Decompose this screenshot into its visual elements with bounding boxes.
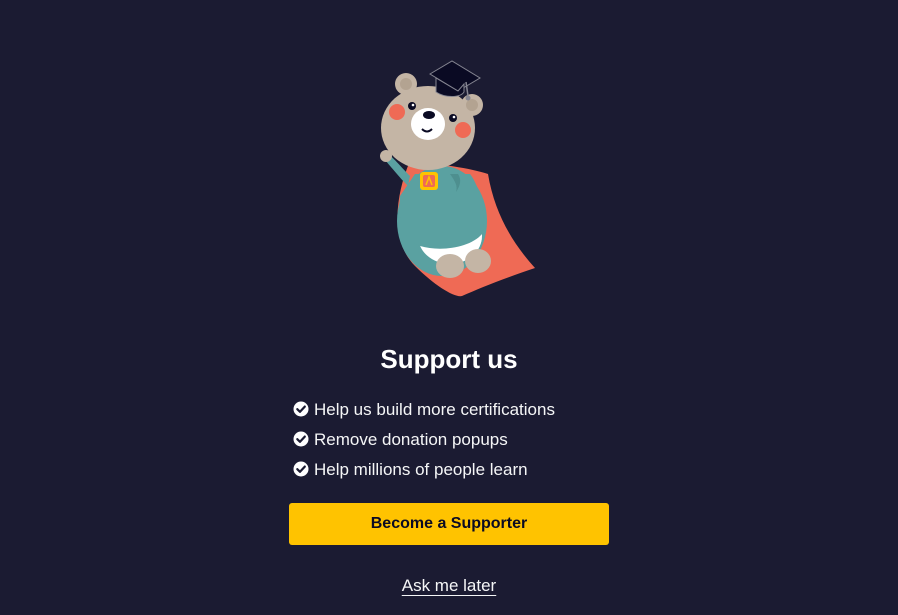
benefit-label: Help millions of people learn <box>314 460 528 479</box>
check-circle-icon <box>293 461 309 477</box>
benefit-label: Help us build more certifications <box>314 400 555 419</box>
bear-leg-left <box>436 254 464 278</box>
benefit-item: Help us build more certifications <box>293 395 555 425</box>
bear-leg-right <box>465 249 491 273</box>
benefit-label: Remove donation popups <box>314 430 508 449</box>
benefit-item: Help millions of people learn <box>293 455 555 485</box>
benefits-list: Help us build more certifications Remove… <box>293 395 555 485</box>
benefit-item: Remove donation popups <box>293 425 555 455</box>
bear-eye-right <box>449 114 457 122</box>
check-circle-icon <box>293 431 309 447</box>
ask-me-later-link[interactable]: Ask me later <box>402 576 496 595</box>
bear-eye-left <box>408 102 416 110</box>
ask-later-container: Ask me later <box>0 576 898 596</box>
check-circle-icon <box>293 401 309 417</box>
bear-cheek-right <box>455 122 471 138</box>
bear-shirt <box>399 174 484 249</box>
badge-icon <box>420 172 438 190</box>
modal-title: Support us <box>380 344 518 374</box>
bear-cheek-left <box>389 104 405 120</box>
flying-graduate-bear-icon <box>380 60 535 297</box>
become-supporter-button[interactable]: Become a Supporter <box>289 503 609 545</box>
donation-modal: Support us Help us build more certificat… <box>0 0 898 615</box>
